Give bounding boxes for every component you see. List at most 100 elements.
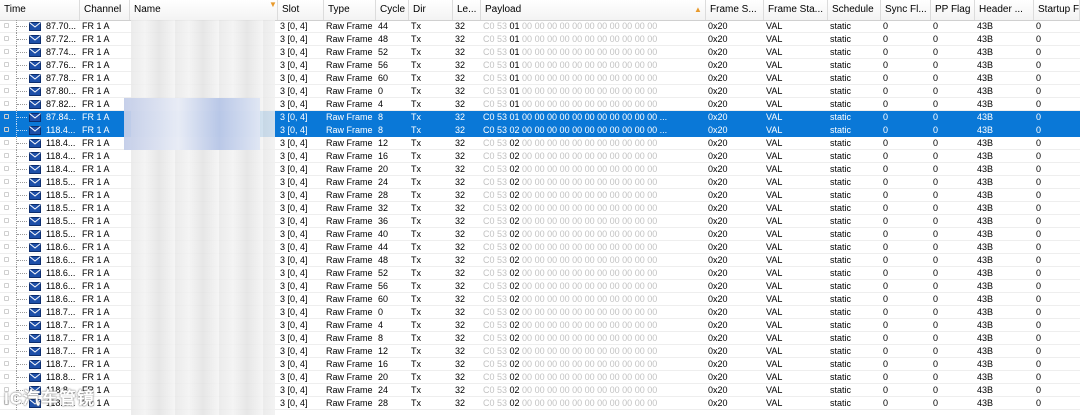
cell-dir: Tx bbox=[411, 21, 421, 31]
cell-slot: 3 [0, 4] bbox=[280, 99, 308, 109]
cell-type: Raw Frame bbox=[326, 164, 373, 174]
cell-startup: 0 bbox=[1036, 398, 1042, 408]
row-marker-icon bbox=[4, 49, 9, 54]
cell-pp-flag: 0 bbox=[933, 34, 939, 44]
column-header-time[interactable]: Time bbox=[0, 0, 80, 20]
cell-len: 32 bbox=[455, 112, 466, 122]
cell-channel: FR 1 A bbox=[82, 125, 110, 135]
column-header-type[interactable]: Type bbox=[324, 0, 376, 20]
cell-slot: 3 [0, 4] bbox=[280, 203, 308, 213]
cell-header: 43B bbox=[977, 73, 994, 83]
cell-time: 118.6... bbox=[46, 281, 76, 291]
cell-cycle: 48 bbox=[378, 34, 389, 44]
column-header-dir[interactable]: Dir bbox=[409, 0, 453, 20]
cell-header: 43B bbox=[977, 216, 994, 226]
cell-schedule: static bbox=[830, 190, 852, 200]
cell-channel: FR 1 A bbox=[82, 203, 110, 213]
cell-pp-flag: 0 bbox=[933, 333, 939, 343]
cell-payload: C0 53 02 00 00 00 00 00 00 00 00 00 00 0… bbox=[483, 372, 658, 382]
cell-slot: 3 [0, 4] bbox=[280, 307, 308, 317]
column-header-cycle[interactable]: Cycle bbox=[376, 0, 409, 20]
tree-connector bbox=[16, 111, 30, 124]
cell-frame-state: 0x20 bbox=[708, 112, 728, 122]
cell-startup: 0 bbox=[1036, 164, 1042, 174]
column-header-startup[interactable]: Startup F bbox=[1034, 0, 1080, 20]
cell-pp-flag: 0 bbox=[933, 60, 939, 70]
cell-payload: C0 53 01 00 00 00 00 00 00 00 00 00 00 0… bbox=[483, 99, 658, 109]
cell-cycle: 8 bbox=[378, 112, 384, 122]
cell-payload: C0 53 01 00 00 00 00 00 00 00 00 00 00 0… bbox=[483, 112, 668, 122]
column-header-schedule[interactable]: Schedule bbox=[828, 0, 881, 20]
cell-channel: FR 1 A bbox=[82, 138, 110, 148]
cell-schedule: static bbox=[830, 216, 852, 226]
frame-trace-grid[interactable]: Time Channel Name Slot Type Cycle Dir Le... Payl… bbox=[0, 0, 1080, 415]
cell-pp-flag: 0 bbox=[933, 86, 939, 96]
cell-dir: Tx bbox=[411, 151, 421, 161]
cell-type: Raw Frame bbox=[326, 333, 373, 343]
cell-type: Raw Frame bbox=[326, 73, 373, 83]
cell-sync-flag: 0 bbox=[883, 164, 889, 174]
cell-schedule: static bbox=[830, 229, 852, 239]
column-header-channel[interactable]: Channel bbox=[80, 0, 130, 20]
column-header-frame-state[interactable]: Frame S... bbox=[706, 0, 764, 20]
column-header-pp-flag[interactable]: PP Flag bbox=[931, 0, 975, 20]
cell-payload: C0 53 02 00 00 00 00 00 00 00 00 00 00 0… bbox=[483, 177, 658, 187]
cell-sync-flag: 0 bbox=[883, 99, 889, 109]
envelope-icon bbox=[29, 360, 41, 369]
cell-startup: 0 bbox=[1036, 294, 1042, 304]
cell-payload: C0 53 01 00 00 00 00 00 00 00 00 00 00 0… bbox=[483, 34, 658, 44]
name-column-blur bbox=[131, 20, 275, 415]
cell-header: 43B bbox=[977, 203, 994, 213]
cell-startup: 0 bbox=[1036, 268, 1042, 278]
cell-schedule: static bbox=[830, 398, 852, 408]
cell-pp-flag: 0 bbox=[933, 125, 939, 135]
cell-startup: 0 bbox=[1036, 372, 1042, 382]
cell-payload: C0 53 02 00 00 00 00 00 00 00 00 00 00 0… bbox=[483, 125, 668, 135]
cell-pp-flag: 0 bbox=[933, 47, 939, 57]
cell-schedule: static bbox=[830, 359, 852, 369]
row-marker-icon bbox=[4, 348, 9, 353]
row-marker-icon bbox=[4, 192, 9, 197]
cell-payload: C0 53 02 00 00 00 00 00 00 00 00 00 00 0… bbox=[483, 333, 658, 343]
cell-len: 32 bbox=[455, 320, 466, 330]
tree-connector bbox=[16, 267, 30, 280]
cell-len: 32 bbox=[455, 151, 466, 161]
cell-time: 87.70... bbox=[46, 21, 77, 31]
cell-type: Raw Frame bbox=[326, 294, 373, 304]
column-header-sync-flag[interactable]: Sync Fl... bbox=[881, 0, 931, 20]
cell-frame-state: 0x20 bbox=[708, 21, 728, 31]
cell-frame-status: VAL bbox=[766, 229, 783, 239]
cell-slot: 3 [0, 4] bbox=[280, 177, 308, 187]
column-header-slot[interactable]: Slot bbox=[278, 0, 324, 20]
cell-len: 32 bbox=[455, 242, 466, 252]
cell-slot: 3 [0, 4] bbox=[280, 73, 308, 83]
tree-connector bbox=[16, 59, 30, 72]
column-header-frame-status[interactable]: Frame Sta... bbox=[764, 0, 828, 20]
envelope-icon bbox=[29, 230, 41, 239]
cell-type: Raw Frame bbox=[326, 385, 373, 395]
cell-pp-flag: 0 bbox=[933, 294, 939, 304]
cell-payload: C0 53 02 00 00 00 00 00 00 00 00 00 00 0… bbox=[483, 190, 658, 200]
row-marker-icon bbox=[4, 244, 9, 249]
cell-startup: 0 bbox=[1036, 320, 1042, 330]
cell-cycle: 4 bbox=[378, 320, 384, 330]
column-header-header[interactable]: Header ... bbox=[975, 0, 1034, 20]
cell-frame-status: VAL bbox=[766, 73, 783, 83]
cell-header: 43B bbox=[977, 359, 994, 369]
cell-startup: 0 bbox=[1036, 346, 1042, 356]
cell-time: 118.7... bbox=[46, 307, 76, 317]
tree-connector bbox=[16, 215, 30, 228]
row-marker-icon bbox=[4, 374, 9, 379]
cell-startup: 0 bbox=[1036, 229, 1042, 239]
cell-sync-flag: 0 bbox=[883, 229, 889, 239]
cell-dir: Tx bbox=[411, 294, 421, 304]
cell-channel: FR 1 A bbox=[82, 294, 110, 304]
column-header-payload[interactable]: Payload bbox=[481, 0, 706, 20]
cell-channel: FR 1 A bbox=[82, 255, 110, 265]
cell-startup: 0 bbox=[1036, 73, 1042, 83]
column-header-len[interactable]: Le... bbox=[453, 0, 481, 20]
tree-connector bbox=[16, 254, 30, 267]
cell-slot: 3 [0, 4] bbox=[280, 60, 308, 70]
cell-type: Raw Frame bbox=[326, 177, 373, 187]
column-header-name[interactable]: Name bbox=[130, 0, 278, 20]
